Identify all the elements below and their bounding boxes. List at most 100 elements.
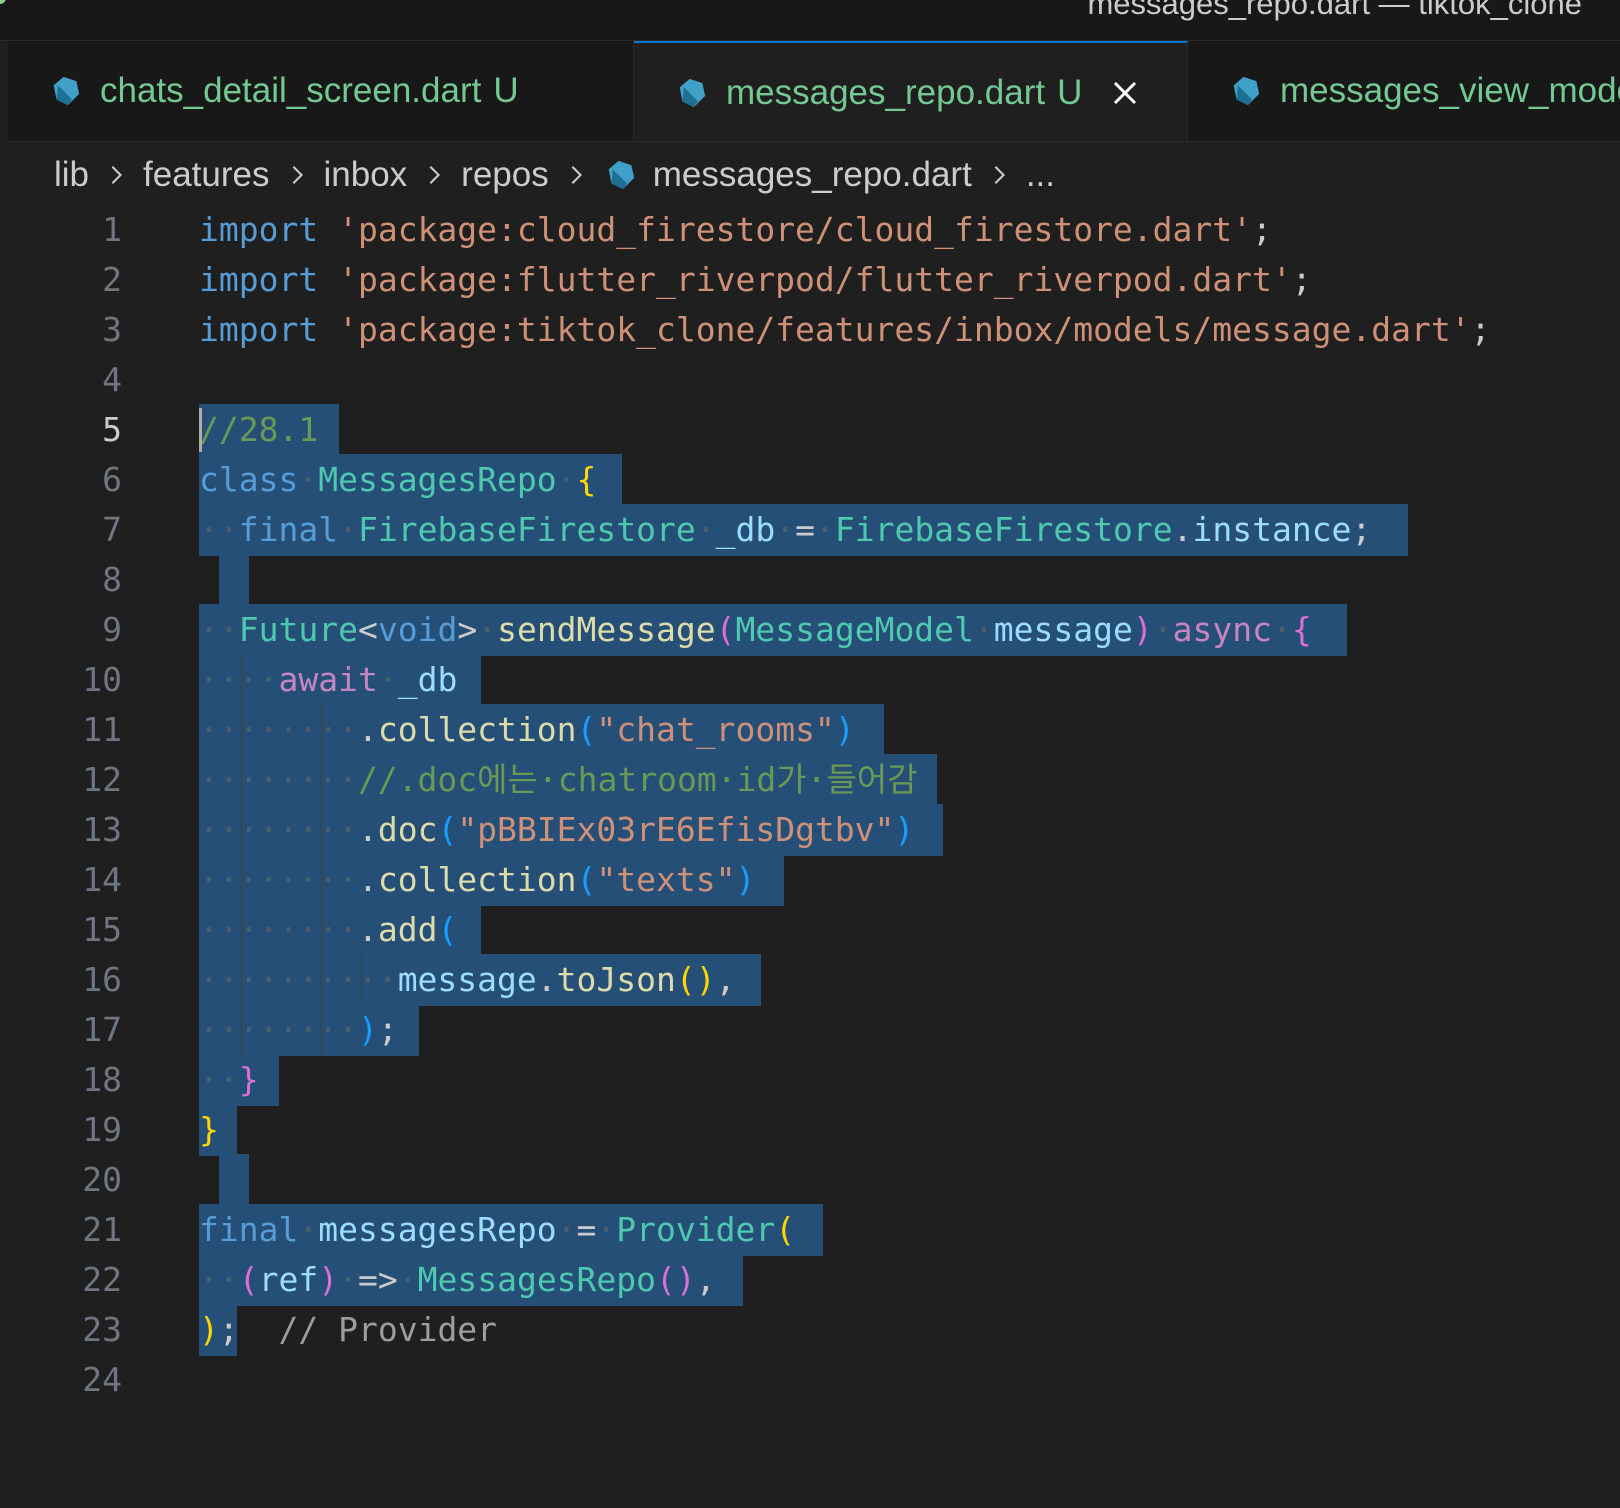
- token-comment: // Provider: [278, 1310, 498, 1349]
- code-line[interactable]: 12 ········//.doc에는·chatroom·id가·들어감: [8, 754, 1620, 806]
- token-keyword: final: [238, 510, 339, 549]
- code-text: ········.collection("chat_rooms"): [199, 704, 855, 756]
- code-line[interactable]: 16 ··········message.toJson(),: [8, 954, 1620, 1006]
- code-line[interactable]: 22 ··(ref)·=>·MessagesRepo(),: [8, 1254, 1620, 1306]
- code-line[interactable]: 18 ··}: [8, 1054, 1620, 1106]
- token-whitespace: ·: [556, 460, 577, 499]
- token-punct: ;: [1351, 510, 1372, 549]
- text-cursor: [199, 408, 202, 452]
- code-text: ··(ref)·=>·MessagesRepo(),: [199, 1254, 716, 1306]
- breadcrumb-item-lib[interactable]: lib: [54, 155, 89, 195]
- token-whitespace: ··: [199, 510, 239, 549]
- editor-tab-bar: chats_detail_screen.dart U messages_repo…: [8, 41, 1620, 142]
- code-text: //28.1: [199, 404, 318, 456]
- code-line[interactable]: 1 import 'package:cloud_firestore/cloud_…: [8, 204, 1620, 256]
- indent-guide: [361, 954, 362, 1004]
- token-bracket: (: [576, 710, 597, 749]
- code-line[interactable]: 19 }: [8, 1104, 1620, 1156]
- code-line[interactable]: 11 ········.collection("chat_rooms"): [8, 704, 1620, 756]
- code-line[interactable]: 13 ········.doc("pBBIEx03rE6EfisDgtbv"): [8, 804, 1620, 856]
- token-punct: .: [536, 960, 557, 999]
- code-line[interactable]: 20: [8, 1154, 1620, 1206]
- git-status-badge: U: [493, 71, 519, 110]
- token-comment: //28.1: [199, 410, 319, 449]
- token-whitespace: ·: [814, 510, 835, 549]
- token-punct: .: [357, 810, 378, 849]
- token-function: sendMessage: [497, 610, 716, 649]
- token-whitespace: ·: [298, 1210, 319, 1249]
- dart-file-icon: [608, 160, 634, 190]
- token-whitespace: ··: [199, 610, 239, 649]
- breadcrumb-item-features[interactable]: features: [143, 155, 269, 195]
- dart-file-icon: [53, 76, 80, 106]
- dart-file-icon: [679, 78, 706, 107]
- token-bracket: }: [199, 1110, 219, 1149]
- code-text: ········.collection("texts"): [199, 854, 755, 906]
- line-number: 3: [102, 310, 122, 349]
- code-line[interactable]: 4: [8, 354, 1620, 406]
- token-variable: message: [397, 960, 537, 999]
- line-number: 19: [82, 1110, 122, 1149]
- code-line[interactable]: 15 ········.add(: [8, 904, 1620, 956]
- tab-messages-repo[interactable]: messages_repo.dart U: [634, 41, 1188, 141]
- token-punct: .: [357, 910, 378, 949]
- line-number: 1: [102, 210, 122, 249]
- token-string: "pBBIEx03rE6EfisDgtbv": [457, 810, 895, 849]
- breadcrumb-item-inbox[interactable]: inbox: [324, 155, 408, 195]
- token-keyword: import: [199, 310, 319, 349]
- token-keyword: async: [1172, 610, 1272, 649]
- token-class: MessagesRepo: [318, 460, 557, 499]
- token-whitespace: ·: [377, 660, 398, 699]
- token-keyword: import: [199, 210, 319, 249]
- token-variable: instance: [1192, 510, 1352, 549]
- breadcrumb-item-file[interactable]: messages_repo.dart: [653, 155, 972, 195]
- token-variable: ref: [258, 1260, 319, 1299]
- code-line[interactable]: 14 ········.collection("texts"): [8, 854, 1620, 906]
- code-text: class·MessagesRepo·{: [199, 454, 596, 506]
- code-line[interactable]: 21 final·messagesRepo·=·Provider(: [8, 1204, 1620, 1256]
- token-comment: //.doc에는·chatroom·id가·들어감: [357, 760, 918, 799]
- code-line[interactable]: 8: [8, 554, 1620, 606]
- token-string: "texts": [596, 860, 736, 899]
- breadcrumb: lib features inbox repos messages_repo.d…: [54, 146, 1055, 204]
- code-line[interactable]: 17 ········);: [8, 1004, 1620, 1056]
- selection-highlight: [219, 1154, 249, 1206]
- code-line[interactable]: 7 ··final·FirebaseFirestore·_db·=·Fireba…: [8, 504, 1620, 556]
- tab-chats-detail-screen[interactable]: chats_detail_screen.dart U: [8, 41, 634, 141]
- code-text: final·messagesRepo·=·Provider(: [199, 1204, 795, 1256]
- token-variable: _db: [397, 660, 458, 699]
- close-icon[interactable]: [1110, 78, 1140, 108]
- code-line[interactable]: 24: [8, 1354, 1620, 1406]
- code-line[interactable]: 5 //28.1: [8, 404, 1620, 456]
- token-whitespace: ········: [199, 1010, 358, 1049]
- code-line[interactable]: 6 class·MessagesRepo·{: [8, 454, 1620, 506]
- code-line[interactable]: 10 ····await·_db: [8, 654, 1620, 706]
- code-text: ); // Provider: [199, 1304, 497, 1356]
- code-text: import 'package:flutter_riverpod/flutter…: [199, 254, 1312, 306]
- token-keyword: await: [278, 660, 378, 699]
- code-editor[interactable]: 1 import 'package:cloud_firestore/cloud_…: [8, 204, 1620, 1508]
- line-number: 8: [102, 560, 122, 599]
- selection-highlight: [219, 554, 249, 606]
- line-number: 12: [82, 760, 122, 799]
- token-whitespace: ·: [397, 1260, 418, 1299]
- code-line[interactable]: 2 import 'package:flutter_riverpod/flutt…: [8, 254, 1620, 306]
- code-line[interactable]: 23 ); // Provider: [8, 1304, 1620, 1356]
- tab-label: chats_detail_screen.dart: [100, 71, 482, 110]
- breadcrumb-item-symbols[interactable]: ...: [1026, 155, 1055, 195]
- code-line[interactable]: 9 ··Future<void>·sendMessage(MessageMode…: [8, 604, 1620, 656]
- breadcrumb-item-repos[interactable]: repos: [461, 155, 549, 195]
- indent-guide: [241, 654, 242, 1054]
- token-punct: ;: [218, 1310, 239, 1349]
- chevron-right-icon: [292, 166, 303, 184]
- line-number: 24: [82, 1360, 122, 1399]
- token-bracket: {: [1291, 610, 1312, 649]
- tab-messages-view-model[interactable]: messages_view_model.dart: [1188, 41, 1620, 141]
- token-variable: message: [993, 610, 1133, 649]
- git-status-badge: U: [1057, 72, 1083, 112]
- code-line[interactable]: 3 import 'package:tiktok_clone/features/…: [8, 304, 1620, 356]
- line-number: 21: [82, 1210, 122, 1249]
- token-function: toJson: [556, 960, 676, 999]
- chevron-right-icon: [994, 166, 1005, 184]
